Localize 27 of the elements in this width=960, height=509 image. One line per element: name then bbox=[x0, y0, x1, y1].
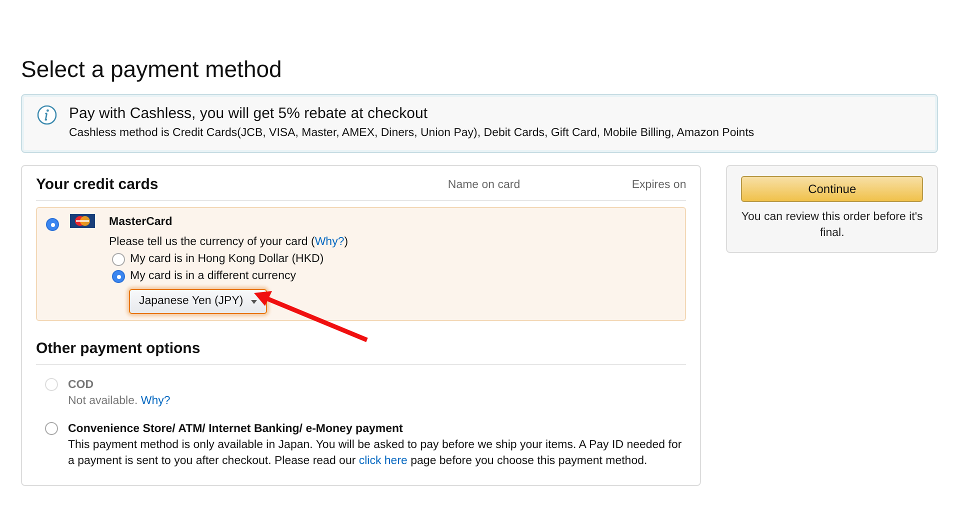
radio-button[interactable] bbox=[112, 270, 125, 283]
option-name: Convenience Store/ ATM/ Internet Banking/ e-Money payment bbox=[68, 422, 403, 437]
section-heading: Other payment options bbox=[36, 339, 686, 365]
why-link[interactable]: Why? bbox=[314, 236, 344, 248]
radio-button[interactable] bbox=[46, 218, 59, 231]
info-icon bbox=[37, 105, 57, 125]
option-note: This payment method is only available in Japan. You will be asked to pay before we ship your items. A Pay ID needed for a payment is sent to you after checkout. Please read our click here page before you choose this payment method. bbox=[68, 438, 682, 469]
option-name: COD bbox=[68, 378, 94, 393]
banner-heading: Pay with Cashless, you will get 5% rebate at checkout bbox=[69, 104, 429, 124]
banner-text: Cashless method is Credit Cards(JCB, VISA, Master, AMEX, Diners, Union Pay), Debit Cards, Gift Card, Mobile Billing, Amazon Points bbox=[69, 126, 754, 141]
card-option[interactable]: MasterCard Please tell us the currency of your card (Why?) My card is in Hong Kong Dollar (HKD) My card is in a different currency Japanese Yen (JPY) bbox=[36, 207, 686, 321]
radio-button[interactable] bbox=[45, 422, 58, 435]
review-note: You can review this order before it's final. bbox=[741, 210, 923, 241]
column-heading: Expires on bbox=[632, 179, 686, 191]
option-note: Not available. Why? bbox=[68, 394, 172, 409]
why-link[interactable]: click here bbox=[358, 455, 408, 467]
continue-button[interactable]: Continue bbox=[741, 176, 923, 202]
section-heading: Your credit cards bbox=[36, 175, 160, 195]
radio-button[interactable] bbox=[112, 253, 125, 266]
radio-label: My card is in a different currency bbox=[130, 269, 296, 284]
credit-card-icon bbox=[70, 214, 95, 228]
radio-label: My card is in Hong Kong Dollar (HKD) bbox=[130, 252, 324, 267]
card-name: MasterCard bbox=[109, 215, 172, 230]
page-title: Select a payment method bbox=[21, 55, 283, 84]
column-heading: Name on card bbox=[448, 179, 522, 191]
currency-dropdown[interactable]: Japanese Yen (JPY) bbox=[129, 289, 268, 314]
currency-prompt: Please tell us the currency of your card (Why?) bbox=[109, 235, 348, 250]
